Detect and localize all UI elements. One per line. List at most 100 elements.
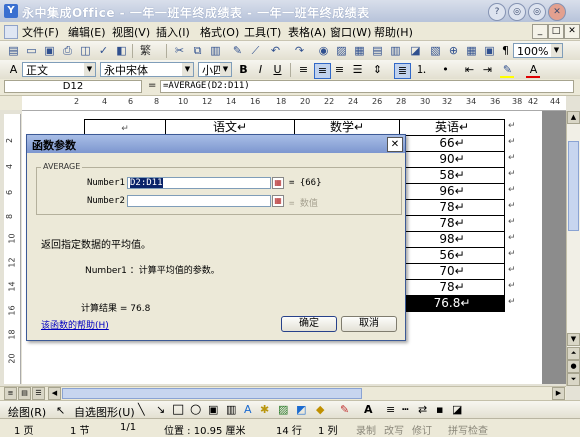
doc-restore-button[interactable]: □ — [548, 24, 564, 39]
italic-icon[interactable]: I — [253, 63, 268, 77]
function-help-link[interactable]: 该函数的帮助(H) — [41, 318, 109, 331]
decrease-indent-icon[interactable]: ⇤ — [462, 63, 477, 77]
table-cell[interactable]: 58↵ — [399, 167, 505, 184]
status-track-changes[interactable]: 修订 — [412, 422, 432, 437]
oval-icon[interactable]: ○ — [190, 402, 201, 417]
table-cell[interactable]: 96↵ — [399, 183, 505, 200]
redo-icon[interactable]: ↷ — [292, 44, 307, 58]
minimize-button[interactable]: ◎ — [508, 3, 526, 21]
shadow-icon[interactable]: ▪ — [436, 403, 443, 416]
font-select[interactable]: 永中宋体 ▼ — [100, 62, 194, 77]
previous-page-button[interactable]: ⏶ — [567, 347, 580, 360]
justify-icon[interactable]: ☰ — [350, 63, 365, 77]
scrollbar-thumb[interactable] — [568, 141, 579, 231]
table-cell[interactable]: 70↵ — [399, 263, 505, 280]
save-icon[interactable]: ▣ — [42, 44, 57, 58]
vertical-ruler[interactable]: 2 4 6 8 10 12 14 16 18 20 — [4, 114, 21, 384]
cancel-button[interactable]: 取消 — [341, 316, 397, 332]
line-style-icon[interactable]: ≡ — [386, 403, 395, 416]
underline-icon[interactable]: U — [270, 63, 285, 77]
fill-color-icon[interactable]: ◆ — [316, 403, 324, 416]
table-icon[interactable]: ▦ — [352, 44, 367, 58]
image-icon[interactable]: ▨ — [334, 44, 349, 58]
align-center-icon[interactable]: ≡ — [314, 63, 331, 79]
wordart-icon[interactable]: A — [244, 403, 252, 416]
help-icon[interactable]: ? — [488, 3, 506, 21]
increase-indent-icon[interactable]: ⇥ — [480, 63, 495, 77]
arrow-style-icon[interactable]: ⇄ — [418, 403, 427, 416]
new-doc-icon[interactable]: ▤ — [6, 44, 21, 58]
open-folder-icon[interactable]: ▭ — [24, 44, 39, 58]
spellcheck-icon[interactable]: ✓ — [96, 44, 111, 58]
cell-reference-field[interactable]: D12 — [4, 80, 142, 93]
normal-view-button[interactable]: ≡ — [4, 387, 17, 400]
table-cell[interactable]: 90↵ — [399, 151, 505, 168]
font-size-select[interactable]: 小四 ▼ — [198, 62, 232, 77]
clipart-icon[interactable]: ✱ — [260, 403, 269, 416]
table-cell-selected[interactable]: 76.8↵ — [399, 295, 505, 312]
scroll-left-button[interactable]: ◀ — [48, 387, 61, 400]
vertical-textbox-icon[interactable]: ▥ — [226, 403, 236, 416]
highlight-icon[interactable]: ✎ — [500, 63, 515, 77]
diagram-icon[interactable]: ◩ — [296, 403, 306, 416]
table-header-cell[interactable]: 英语↵ — [399, 119, 505, 136]
ok-button[interactable]: 确定 — [281, 316, 337, 332]
line-color-icon[interactable]: ✎ — [340, 403, 349, 416]
menu-file[interactable]: 文件(F) — [22, 24, 59, 40]
scroll-up-button[interactable]: ▲ — [567, 111, 580, 124]
line-icon[interactable]: ╲ — [138, 403, 145, 416]
maximize-button[interactable]: ◎ — [528, 3, 546, 21]
paste-icon[interactable]: ▥ — [208, 44, 223, 58]
numbering-icon[interactable]: ⒈ — [414, 63, 429, 77]
pdf-icon[interactable]: ◧ — [114, 44, 129, 58]
table-cell[interactable]: 98↵ — [399, 231, 505, 248]
dialog-title-bar[interactable]: 函数参数 ✕ — [27, 135, 405, 153]
vertical-scrollbar[interactable]: ▲ ▼ ⏶ ● ⏷ — [566, 111, 580, 386]
align-right-icon[interactable]: ≡ — [332, 63, 347, 77]
bullets-icon[interactable]: • — [438, 63, 453, 77]
doc-close-button[interactable]: ✕ — [564, 24, 580, 39]
print-preview-icon[interactable]: ◫ — [78, 44, 93, 58]
arrow-icon[interactable]: ↘ — [156, 403, 165, 416]
horizontal-ruler[interactable]: 2 4 6 8 10 12 14 16 18 20 22 24 26 28 30… — [22, 96, 566, 111]
document-icon[interactable] — [4, 25, 18, 39]
menu-help[interactable]: 帮助(H) — [374, 24, 413, 40]
range-select-icon[interactable]: ▦ — [272, 177, 284, 189]
menu-table[interactable]: 表格(A) — [288, 24, 326, 40]
status-spellcheck[interactable]: 拼写检查 — [448, 422, 488, 437]
arg2-input[interactable] — [127, 195, 271, 207]
table-cell[interactable]: 56↵ — [399, 247, 505, 264]
menu-tools[interactable]: 工具(T) — [244, 24, 281, 40]
undo-icon[interactable]: ↶ — [268, 44, 283, 58]
line-spacing-icon[interactable]: ⇕ — [370, 63, 385, 77]
style-select[interactable]: 正文 ▼ — [22, 62, 96, 77]
select-objects-icon[interactable]: ↖ — [56, 404, 65, 417]
brush-icon[interactable]: ⟋ — [248, 44, 263, 58]
menu-view[interactable]: 视图(V) — [112, 24, 150, 40]
traditional-chinese-icon[interactable]: 繁 — [138, 44, 153, 58]
status-record[interactable]: 录制 — [356, 422, 376, 437]
align-left-icon[interactable]: ≡ — [296, 63, 311, 77]
font-color-icon[interactable]: A — [526, 63, 541, 77]
range-select-icon[interactable]: ▦ — [272, 195, 284, 207]
menu-format[interactable]: 格式(O) — [200, 24, 239, 40]
styles-icon[interactable]: A — [6, 63, 21, 77]
dialog-close-button[interactable]: ✕ — [387, 137, 403, 152]
cut-icon[interactable]: ✂ — [172, 44, 187, 58]
scrollbar-thumb[interactable] — [62, 388, 362, 399]
hyperlink-icon[interactable]: ◉ — [316, 44, 331, 58]
zoom-icon[interactable]: ⊕ — [446, 44, 461, 58]
font-color-icon[interactable]: A — [364, 403, 373, 416]
table-cell[interactable]: 66↵ — [399, 135, 505, 152]
menu-edit[interactable]: 编辑(E) — [68, 24, 106, 40]
document-map-icon[interactable]: ▧ — [428, 44, 443, 58]
next-page-button[interactable]: ⏷ — [567, 373, 580, 386]
menu-window[interactable]: 窗口(W) — [330, 24, 371, 40]
rectangle-icon[interactable]: □ — [172, 402, 184, 417]
table-cell[interactable]: 78↵ — [399, 279, 505, 296]
select-browse-object-button[interactable]: ● — [567, 360, 580, 373]
paragraph-mark-icon[interactable]: ¶ — [498, 44, 513, 58]
format-painter-icon[interactable]: ✎ — [230, 44, 245, 58]
status-overwrite[interactable]: 改写 — [384, 422, 404, 437]
bold-icon[interactable]: B — [236, 63, 251, 77]
